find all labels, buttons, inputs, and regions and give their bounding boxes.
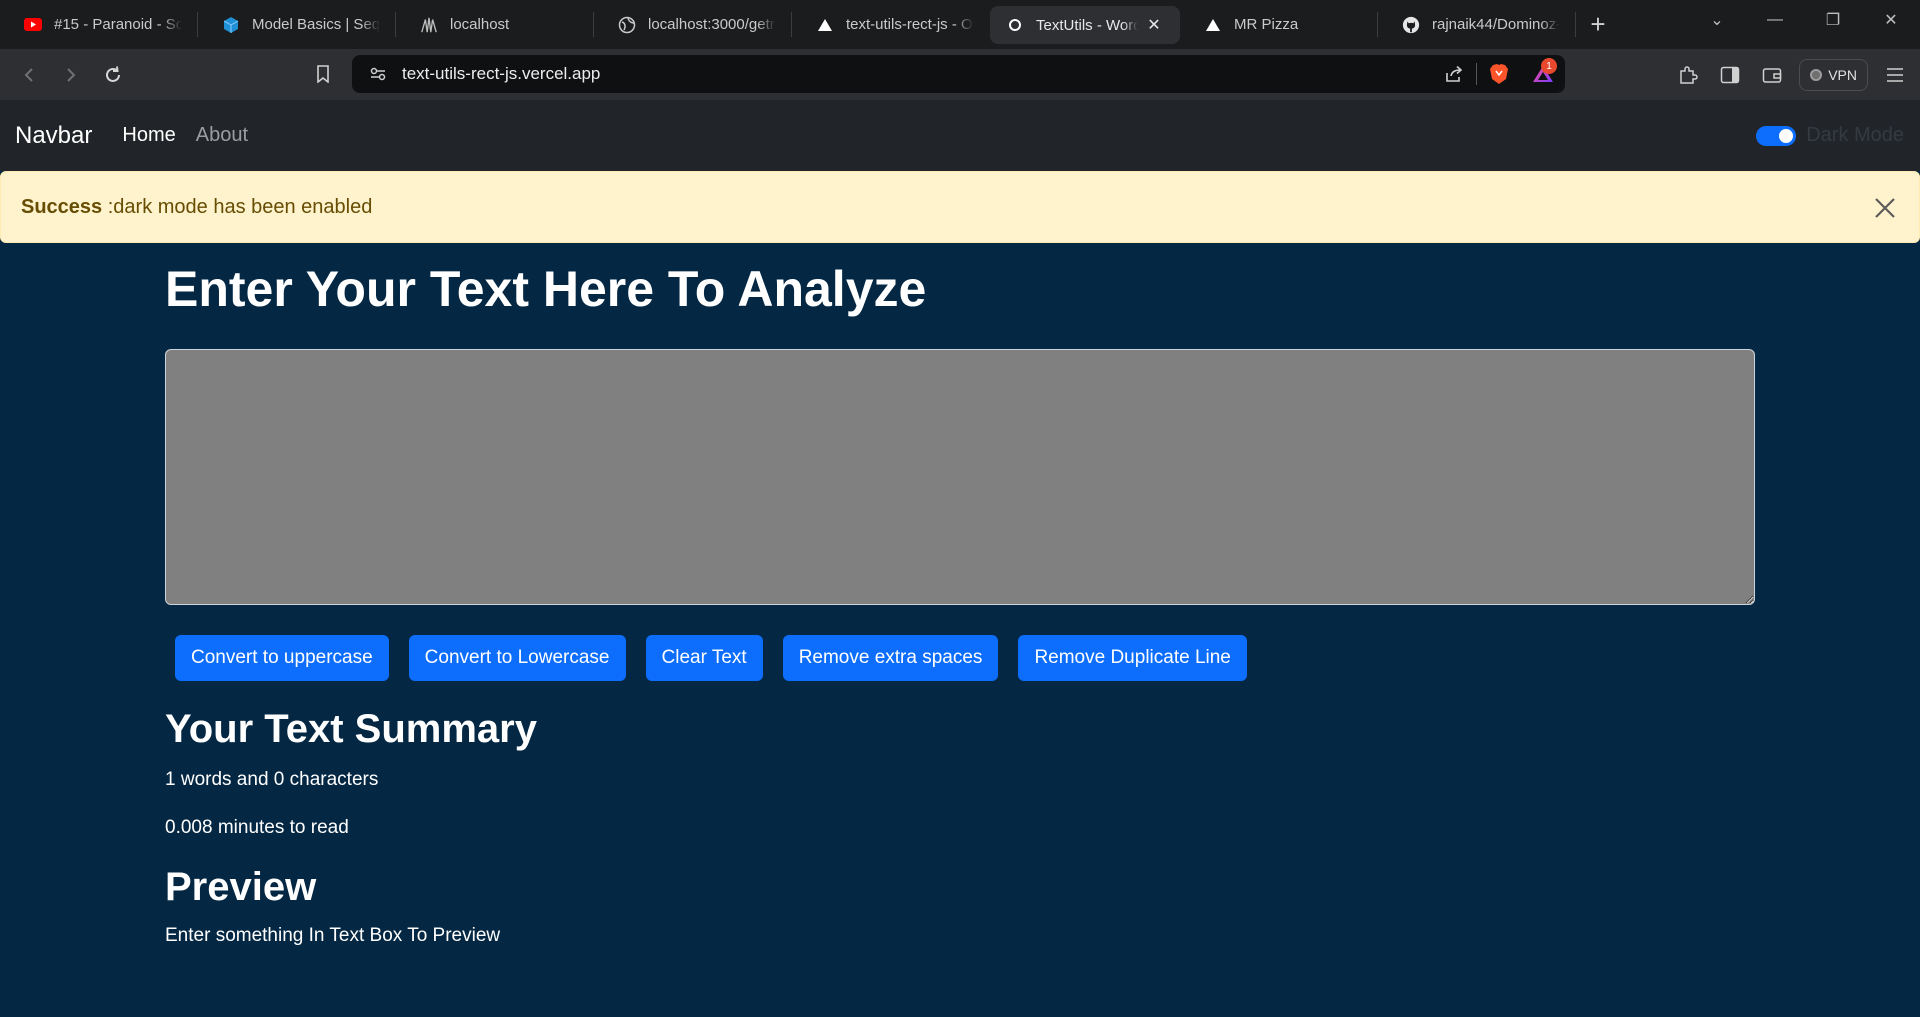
dark-mode-toggle: Dark Mode	[1756, 124, 1904, 147]
summary-heading: Your Text Summary	[165, 707, 537, 751]
main-content: Enter Your Text Here To Analyze Convert …	[165, 243, 1755, 947]
tab-getroles[interactable]: localhost:3000/getrol	[594, 0, 792, 49]
tab-vercel-overview[interactable]: text-utils-rect-js - Ov	[792, 0, 990, 49]
wallet-icon[interactable]	[1751, 56, 1793, 94]
remove-extra-spaces-button[interactable]: Remove extra spaces	[782, 635, 999, 681]
browser-toolbar: text-utils-rect-js.vercel.app 1 VPN	[0, 49, 1920, 100]
clear-text-button[interactable]: Clear Text	[645, 635, 763, 681]
chevron-down-icon[interactable]: ⌄	[1688, 10, 1746, 30]
lowercase-button[interactable]: Convert to Lowercase	[408, 635, 626, 681]
app-navbar: Navbar Home About Dark Mode	[0, 100, 1920, 171]
window-controls: ⌄ — ❐ ✕	[1688, 0, 1920, 40]
restore-icon[interactable]: ❐	[1804, 10, 1862, 30]
preview-text: Enter something In Text Box To Preview	[165, 925, 501, 946]
sidebar-icon[interactable]	[1709, 56, 1751, 94]
arrow-left-icon	[24, 67, 33, 82]
tab-label: Model Basics | Seque	[252, 16, 380, 33]
browser-tab-strip: #15 - Paranoid - Soft Model Basics | Seq…	[0, 0, 1920, 49]
navbar-brand[interactable]: Navbar	[15, 122, 92, 150]
vpn-status-icon	[1810, 68, 1823, 81]
read-time-text: 0.008 minutes to read	[165, 817, 349, 838]
page-heading: Enter Your Text Here To Analyze	[165, 261, 927, 317]
tab-mr-pizza[interactable]: MR Pizza	[1180, 0, 1378, 49]
tab-label: MR Pizza	[1234, 16, 1299, 33]
menu-icon[interactable]	[1874, 56, 1916, 94]
back-button[interactable]	[8, 57, 50, 93]
tab-label: localhost	[450, 16, 510, 33]
success-alert: Success :dark mode has been enabled	[0, 171, 1920, 243]
alert-close-button[interactable]	[1871, 194, 1899, 222]
alert-message: :dark mode has been enabled	[102, 195, 373, 218]
tab-label: TextUtils - Word	[1036, 16, 1138, 34]
tab-textutils[interactable]: TextUtils - Word ✕	[990, 6, 1180, 44]
address-bar[interactable]: text-utils-rect-js.vercel.app 1	[352, 55, 1565, 93]
vpn-label: VPN	[1828, 66, 1857, 83]
castle-icon	[420, 16, 438, 34]
uppercase-button[interactable]: Convert to uppercase	[175, 635, 389, 681]
forward-button[interactable]	[50, 57, 92, 93]
tab-model-basics[interactable]: Model Basics | Seque	[198, 0, 396, 49]
globe-icon	[618, 16, 636, 34]
tab-localhost[interactable]: localhost	[396, 0, 594, 49]
tab-youtube[interactable]: #15 - Paranoid - Soft	[0, 0, 198, 49]
close-icon[interactable]: ✕	[1144, 15, 1164, 35]
github-icon	[1402, 16, 1420, 34]
plus-icon: +	[1590, 9, 1606, 39]
nav-link-about[interactable]: About	[196, 124, 248, 147]
rewards-badge: 1	[1541, 58, 1557, 74]
alert-type: Success	[21, 195, 103, 218]
reload-icon	[106, 65, 120, 82]
share-icon[interactable]	[1432, 55, 1476, 93]
word-count-text: 1 words and 0 characters	[165, 769, 379, 790]
tab-label: rajnaik44/Dominoz-P	[1432, 16, 1560, 33]
vpn-button[interactable]: VPN	[1799, 58, 1868, 91]
action-buttons: Convert to uppercase Convert to Lowercas…	[165, 635, 1755, 681]
cube-icon	[222, 16, 240, 34]
close-icon	[1875, 198, 1895, 218]
tab-label: text-utils-rect-js - Ov	[846, 16, 974, 33]
new-tab-button[interactable]: +	[1576, 0, 1620, 49]
arrow-right-icon	[67, 67, 76, 82]
bookmark-icon	[317, 65, 329, 83]
dark-mode-switch[interactable]	[1756, 125, 1797, 146]
tab-list: #15 - Paranoid - Soft Model Basics | Seq…	[0, 0, 1620, 49]
vercel-icon	[816, 16, 834, 34]
omnibox-actions: 1	[1432, 55, 1565, 93]
tab-label: localhost:3000/getrol	[648, 16, 776, 33]
youtube-icon	[24, 16, 42, 34]
remove-duplicate-line-button[interactable]: Remove Duplicate Line	[1018, 635, 1247, 681]
tab-github[interactable]: rajnaik44/Dominoz-P	[1378, 0, 1576, 49]
url-text: text-utils-rect-js.vercel.app	[402, 64, 601, 83]
extensions-icon[interactable]	[1667, 56, 1709, 94]
preview-heading: Preview	[165, 865, 317, 909]
nav-link-home[interactable]: Home	[122, 124, 175, 147]
brave-rewards-icon[interactable]: 1	[1521, 55, 1565, 93]
bookmark-button[interactable]	[310, 61, 336, 87]
reload-button[interactable]	[92, 57, 134, 93]
browser-extensions-area: VPN	[1667, 49, 1920, 100]
tab-separator	[1575, 12, 1576, 37]
vercel-icon	[1204, 16, 1222, 34]
circle-icon	[1006, 16, 1024, 34]
window-close-icon[interactable]: ✕	[1862, 10, 1920, 30]
text-input[interactable]	[165, 349, 1755, 605]
tab-label: #15 - Paranoid - Soft	[54, 16, 182, 33]
brave-shields-icon[interactable]	[1477, 55, 1521, 93]
site-settings-icon[interactable]	[358, 66, 398, 82]
dark-mode-label: Dark Mode	[1806, 124, 1904, 146]
minimize-icon[interactable]: —	[1746, 11, 1804, 29]
